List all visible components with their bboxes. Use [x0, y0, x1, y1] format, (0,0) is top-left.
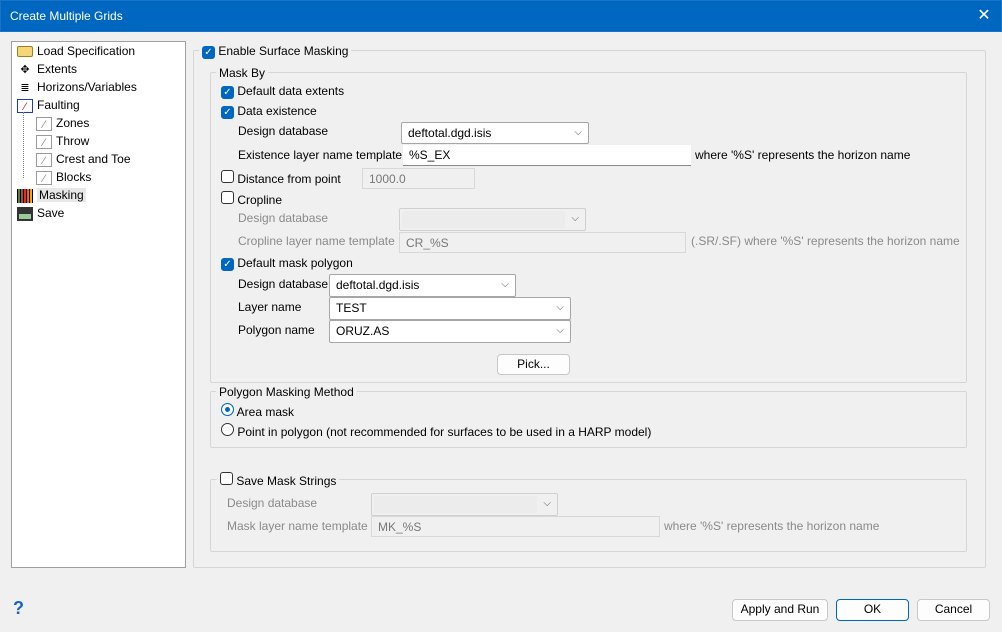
point-in-polygon-radio[interactable]: Point in polygon (not recommended for su…	[221, 423, 651, 440]
existence-db-label: Design database	[238, 124, 329, 138]
checkbox-box: ✓	[221, 258, 234, 271]
layer-name-label: Layer name	[238, 300, 302, 314]
checkbox-box: ✓	[202, 46, 215, 59]
tree-item-load-specification[interactable]: Load Specification	[17, 43, 135, 60]
method-title: Polygon Masking Method	[216, 385, 357, 400]
chevron-down-icon: ⌵	[543, 498, 551, 509]
data-existence-checkbox[interactable]: ✓ Data existence	[221, 104, 317, 119]
tree-item-extents[interactable]: ✥ Extents	[17, 61, 77, 78]
cropline-note: (.SR/.SF) where '%S' represents the hori…	[691, 234, 960, 248]
existence-note: where '%S' represents the horizon name	[695, 148, 911, 162]
combo-field	[402, 211, 565, 228]
ok-button[interactable]: OK	[836, 599, 909, 621]
tree-item-blocks[interactable]: ⁄ Blocks	[36, 169, 91, 186]
fault-icon: ⁄	[36, 152, 52, 167]
existence-db-combo[interactable]: deftotal.dgd.isis ⌵	[401, 122, 589, 144]
existence-template-label: Existence layer name template	[238, 148, 403, 162]
tree-connector	[23, 112, 24, 178]
close-button[interactable]: ✕	[972, 5, 996, 27]
layer-name-combo[interactable]: TEST ⌵	[329, 297, 571, 320]
save-template-input[interactable]: MK_%S	[371, 516, 660, 537]
save-mask-strings-checkbox[interactable]: Save Mask Strings	[217, 472, 340, 489]
fault-icon: ⁄	[17, 98, 33, 113]
checkbox-box	[220, 472, 233, 485]
save-template-label: Mask layer name template	[227, 519, 368, 533]
navigation-tree: Load Specification ✥ Extents ≣ Horizons/Va…	[11, 41, 186, 568]
help-icon[interactable]: ?	[13, 598, 24, 619]
save-db-combo[interactable]: ⌵	[371, 493, 558, 516]
tree-item-zones[interactable]: ⁄ Zones	[36, 115, 89, 132]
cropline-template-input[interactable]: CR_%S	[399, 232, 686, 253]
chevron-down-icon: ⌵	[556, 302, 564, 313]
title-bar	[0, 0, 1002, 32]
grid-mask-icon	[17, 188, 33, 203]
tree-item-save[interactable]: Save	[17, 205, 64, 222]
save-db-label: Design database	[227, 496, 318, 510]
folder-icon	[17, 46, 33, 58]
tree-item-horizons-variables[interactable]: ≣ Horizons/Variables	[17, 79, 136, 96]
fault-icon: ⁄	[36, 170, 52, 185]
checkbox-box: ✓	[221, 106, 234, 119]
tree-item-masking[interactable]: Masking	[17, 187, 86, 204]
cropline-checkbox[interactable]: Cropline	[221, 191, 282, 208]
fault-icon: ⁄	[36, 116, 52, 131]
chevron-down-icon: ⌵	[556, 325, 564, 336]
radio-dot	[221, 403, 234, 416]
chevron-down-icon: ⌵	[574, 127, 582, 138]
polygon-db-combo[interactable]: deftotal.dgd.isis ⌵	[329, 274, 516, 297]
pick-button[interactable]: Pick...	[497, 354, 570, 375]
apply-and-run-button[interactable]: Apply and Run	[732, 599, 828, 621]
default-data-extents-checkbox[interactable]: ✓ Default data extents	[221, 84, 344, 99]
mask-by-group	[210, 72, 967, 383]
cropline-db-label: Design database	[238, 211, 329, 225]
cancel-button[interactable]: Cancel	[917, 599, 990, 621]
enable-surface-masking-checkbox[interactable]: ✓ Enable Surface Masking	[199, 44, 352, 59]
default-mask-polygon-checkbox[interactable]: ✓ Default mask polygon	[221, 256, 353, 271]
checkbox-box	[221, 191, 234, 204]
save-note: where '%S' represents the horizon name	[664, 519, 880, 533]
distance-input[interactable]: 1000.0	[362, 168, 475, 189]
window-title: Create Multiple Grids	[10, 9, 123, 23]
move-arrows-icon: ✥	[20, 63, 30, 76]
chevron-down-icon: ⌵	[571, 213, 579, 224]
distance-from-point-checkbox[interactable]: Distance from point	[221, 170, 341, 187]
area-mask-radio[interactable]: Area mask	[221, 403, 294, 420]
checkbox-box	[221, 170, 234, 183]
polygon-name-combo[interactable]: ORUZ.AS ⌵	[329, 320, 571, 343]
existence-template-input[interactable]: %S_EX	[403, 145, 691, 166]
chevron-down-icon: ⌵	[501, 279, 509, 290]
polygon-db-label: Design database	[238, 277, 329, 291]
layers-icon: ≣	[20, 81, 30, 94]
mask-by-title: Mask By	[216, 66, 269, 81]
fault-icon: ⁄	[36, 134, 52, 149]
cropline-template-label: Cropline layer name template	[238, 234, 395, 248]
checkbox-box: ✓	[221, 86, 234, 99]
tree-item-crest-and-toe[interactable]: ⁄ Crest and Toe	[36, 151, 131, 168]
tree-item-faulting[interactable]: ⁄ Faulting	[17, 97, 80, 114]
save-icon	[17, 206, 33, 221]
cropline-db-combo[interactable]: ⌵	[399, 208, 586, 231]
tree-item-throw[interactable]: ⁄ Throw	[36, 133, 89, 150]
combo-field	[374, 496, 537, 513]
polygon-name-label: Polygon name	[238, 323, 315, 337]
radio-dot	[221, 423, 234, 436]
